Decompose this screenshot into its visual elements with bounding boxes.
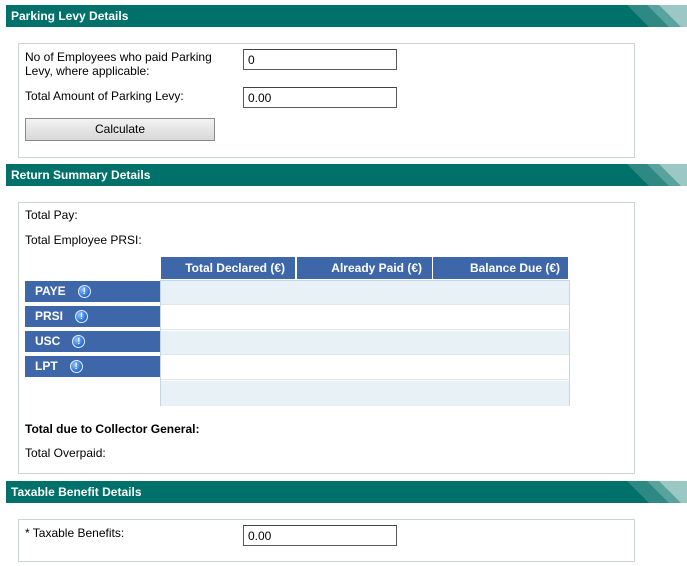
row-label-lpt: LPT <box>35 359 58 373</box>
info-icon[interactable]: ! <box>69 360 83 374</box>
taxable-benefits-input[interactable] <box>243 525 397 546</box>
employees-label: No of Employees who paid Parking Levy, w… <box>25 50 212 78</box>
return-summary-panel: Total Pay: Total Employee PRSI: Total De… <box>18 202 635 474</box>
row-label-usc: USC <box>35 334 61 348</box>
table-row-lpt <box>161 356 569 380</box>
total-due-label: Total due to Collector General: <box>25 422 200 436</box>
section-header-return-summary: Return Summary Details <box>6 164 687 186</box>
table-row-paye <box>161 281 569 305</box>
section-header-parking-levy: Parking Levy Details <box>6 5 687 27</box>
column-header-balance-due: Balance Due (€) <box>433 257 568 279</box>
calculate-button[interactable]: Calculate <box>25 118 215 141</box>
total-overpaid-label: Total Overpaid: <box>25 446 106 460</box>
info-icon[interactable]: ! <box>75 310 89 324</box>
row-label-paye: PAYE <box>35 284 66 298</box>
column-header-already-paid: Already Paid (€) <box>297 257 433 279</box>
section-title-parking-levy: Parking Levy Details <box>11 9 129 23</box>
employees-count-input[interactable] <box>243 49 397 70</box>
table-row-totals <box>161 381 569 406</box>
info-icon[interactable]: ! <box>72 335 86 349</box>
header-decoration <box>627 481 687 503</box>
section-title-taxable-benefit: Taxable Benefit Details <box>11 485 142 499</box>
section-title-return-summary: Return Summary Details <box>11 168 151 182</box>
table-row-usc <box>161 331 569 355</box>
parking-levy-panel: No of Employees who paid Parking Levy, w… <box>18 43 635 158</box>
parking-amount-label: Total Amount of Parking Levy: <box>25 89 184 103</box>
row-label-prsi: PRSI <box>35 309 64 323</box>
column-header-total-declared: Total Declared (€) <box>161 257 296 279</box>
table-row-prsi <box>161 306 569 330</box>
section-header-taxable-benefit: Taxable Benefit Details <box>6 481 687 503</box>
total-employee-prsi-label: Total Employee PRSI: <box>25 233 142 247</box>
header-decoration <box>627 164 687 186</box>
taxable-benefits-label: * Taxable Benefits: <box>25 526 125 540</box>
row-header-paye: PAYE! <box>25 281 160 302</box>
header-decoration <box>627 5 687 27</box>
row-header-lpt: LPT! <box>25 356 160 377</box>
total-pay-label: Total Pay: <box>25 208 78 222</box>
info-icon[interactable]: ! <box>77 285 91 299</box>
taxable-benefit-panel: * Taxable Benefits: <box>18 519 635 562</box>
row-header-prsi: PRSI! <box>25 306 160 327</box>
parking-amount-input[interactable] <box>243 87 397 108</box>
row-header-usc: USC! <box>25 331 160 352</box>
